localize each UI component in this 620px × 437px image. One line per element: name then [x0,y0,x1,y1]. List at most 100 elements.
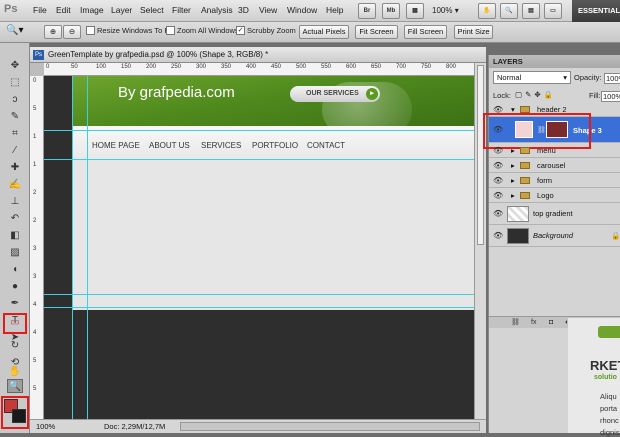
eye-icon[interactable]: 👁 [493,173,503,188]
horizontal-scrollbar[interactable] [180,422,480,431]
zoom-view-icon[interactable]: 🔍 [500,3,518,19]
blur-tool-icon[interactable]: ◖ [7,263,23,277]
gradient-tool-icon[interactable]: ▨ [7,246,23,260]
eye-icon[interactable]: 👁 [493,206,503,221]
layer-row-menu[interactable]: 👁 ▸ menu [489,143,620,158]
expand-arrow-icon[interactable]: ▸ [511,173,515,188]
nav-home[interactable]: HOME PAGE [92,141,140,150]
status-doc-size[interactable]: Doc: 2,29M/12,7M [104,420,165,433]
eyedropper-tool-icon[interactable]: ⁄ [7,144,23,158]
pen-tool-icon[interactable]: ✒ [7,297,23,311]
workspace-switcher[interactable]: ESSENTIALS [572,0,620,22]
actual-pixels-button[interactable]: Actual Pixels [299,25,349,39]
page-body [72,160,474,310]
bridge-icon[interactable]: Br [358,3,376,19]
status-zoom[interactable]: 100% [36,420,55,433]
menu-help[interactable]: Help [326,5,343,15]
menu-3d[interactable]: 3D [238,5,249,15]
nav-about[interactable]: ABOUT US [149,141,190,150]
nav-services[interactable]: SERVICES [201,141,241,150]
eye-icon[interactable]: 👁 [493,158,503,173]
clone-stamp-tool-icon[interactable]: ⊥ [7,195,23,209]
screen-mode-icon[interactable]: ▭ [544,3,562,19]
arrange-documents-icon[interactable]: ▤ [522,3,540,19]
brand-title: By grafpedia.com [118,84,235,101]
print-size-button[interactable]: Print Size [454,25,493,39]
menu-edit[interactable]: Edit [56,5,71,15]
move-tool-icon[interactable]: ✥ [7,59,23,73]
fx-icon[interactable]: fx [531,317,536,329]
fill-screen-button[interactable]: Fill Screen [404,25,447,39]
lasso-tool-icon[interactable]: ↄ [7,93,23,107]
eye-icon[interactable]: 👁 [493,188,503,203]
zoom-tool-icon[interactable]: 🔍 [7,379,23,393]
expand-arrow-icon[interactable]: ▸ [511,143,515,158]
peek-subtitle: solutio [594,374,617,381]
guides-icon[interactable]: ▦ [406,3,424,19]
zoom-in-icon[interactable]: ⊕ [44,25,62,39]
link-layers-icon[interactable]: ⛓ [511,317,520,329]
minibridge-icon[interactable]: Mb [382,3,400,19]
zoom-all-checkbox[interactable]: Zoom All Windows [166,26,239,35]
menu-window[interactable]: Window [287,5,317,15]
resize-windows-checkbox[interactable]: Resize Windows To Fit [86,26,173,35]
menu-analysis[interactable]: Analysis [201,5,233,15]
menu-layer[interactable]: Layer [111,5,132,15]
ruler-tick-label: 200 [146,64,157,70]
expand-arrow-icon[interactable]: ▸ [511,188,515,203]
hand-view-icon[interactable]: ✋ [478,3,496,19]
layer-row-background[interactable]: 👁 Background 🔒 [489,225,620,247]
eye-icon[interactable]: 👁 [493,228,503,243]
zoom-out-icon[interactable]: ⊖ [63,25,81,39]
dodge-tool-icon[interactable]: ● [7,280,23,294]
eye-icon[interactable]: 👁 [493,143,503,158]
marquee-tool-icon[interactable]: ⬚ [7,76,23,90]
vertical-ruler[interactable]: 0 5 1 1 2 2 3 3 4 4 5 5 [30,76,44,419]
layer-row-logo[interactable]: 👁 ▸ Logo [489,188,620,203]
scroll-thumb[interactable] [477,65,484,245]
layers-tab[interactable]: LAYERS [489,55,620,68]
document-tab[interactable]: Ps GreenTemplate by grafpedia.psd @ 100%… [30,47,486,63]
horizontal-ruler[interactable]: 0 50 100 150 200 250 300 350 400 450 500 550 600 650 7… [44,63,474,76]
hand-tool-icon[interactable]: ✋ [7,365,23,379]
menu-file[interactable]: File [33,5,47,15]
canvas[interactable]: By grafpedia.com OUR SERVICES ▸ HOME PAG… [44,76,474,419]
add-mask-icon[interactable]: ◘ [549,317,553,329]
layer-row-top-gradient[interactable]: 👁 top gradient [489,203,620,225]
fill-input[interactable]: 100% [601,91,620,102]
quick-select-tool-icon[interactable]: ✎ [7,110,23,124]
layer-name: carousel [537,161,566,170]
zoom-level-select[interactable]: 100% ▾ [432,4,472,18]
eraser-tool-icon[interactable]: ◧ [7,229,23,243]
menu-filter[interactable]: Filter [172,5,191,15]
layer-thumbnail [507,206,529,222]
scrubby-zoom-checkbox[interactable]: ✓ Scrubby Zoom [236,26,296,35]
zoom-tool-preset-icon[interactable]: 🔍▾ [6,25,32,39]
layer-row-form[interactable]: 👁 ▸ form [489,173,620,188]
brush-tool-icon[interactable]: ✍ [7,178,23,192]
ruler-tick-label: 350 [221,64,232,70]
menu-view[interactable]: View [259,5,277,15]
opacity-input[interactable]: 100% [604,73,620,84]
expand-arrow-icon[interactable]: ▸ [511,158,515,173]
ruler-tick-label: 700 [396,64,407,70]
lock-icons[interactable]: ▢✎✥🔒 [515,90,556,99]
guide-line [44,130,474,131]
3d-rotate-tool-icon[interactable]: ↻ [7,339,23,353]
menu-select[interactable]: Select [140,5,164,15]
menu-image[interactable]: Image [80,5,104,15]
crop-tool-icon[interactable]: ⌗ [7,127,23,141]
nav-contact[interactable]: CONTACT [307,141,345,150]
blend-mode-select[interactable]: Normal ▾ [493,71,571,84]
healing-tool-icon[interactable]: ✚ [7,161,23,175]
rectangle-tool-icon[interactable]: ▭ [7,316,23,330]
background-color-swatch[interactable] [12,409,26,423]
layer-row-carousel[interactable]: 👁 ▸ carousel [489,158,620,173]
nav-portfolio[interactable]: PORTFOLIO [252,141,298,150]
history-brush-tool-icon[interactable]: ↶ [7,212,23,226]
fit-screen-button[interactable]: Fit Screen [355,25,398,39]
folder-icon [520,192,530,199]
ruler-tick-label: 5 [33,358,37,364]
guide-line [44,159,474,160]
our-services-button[interactable]: OUR SERVICES ▸ [290,86,380,102]
